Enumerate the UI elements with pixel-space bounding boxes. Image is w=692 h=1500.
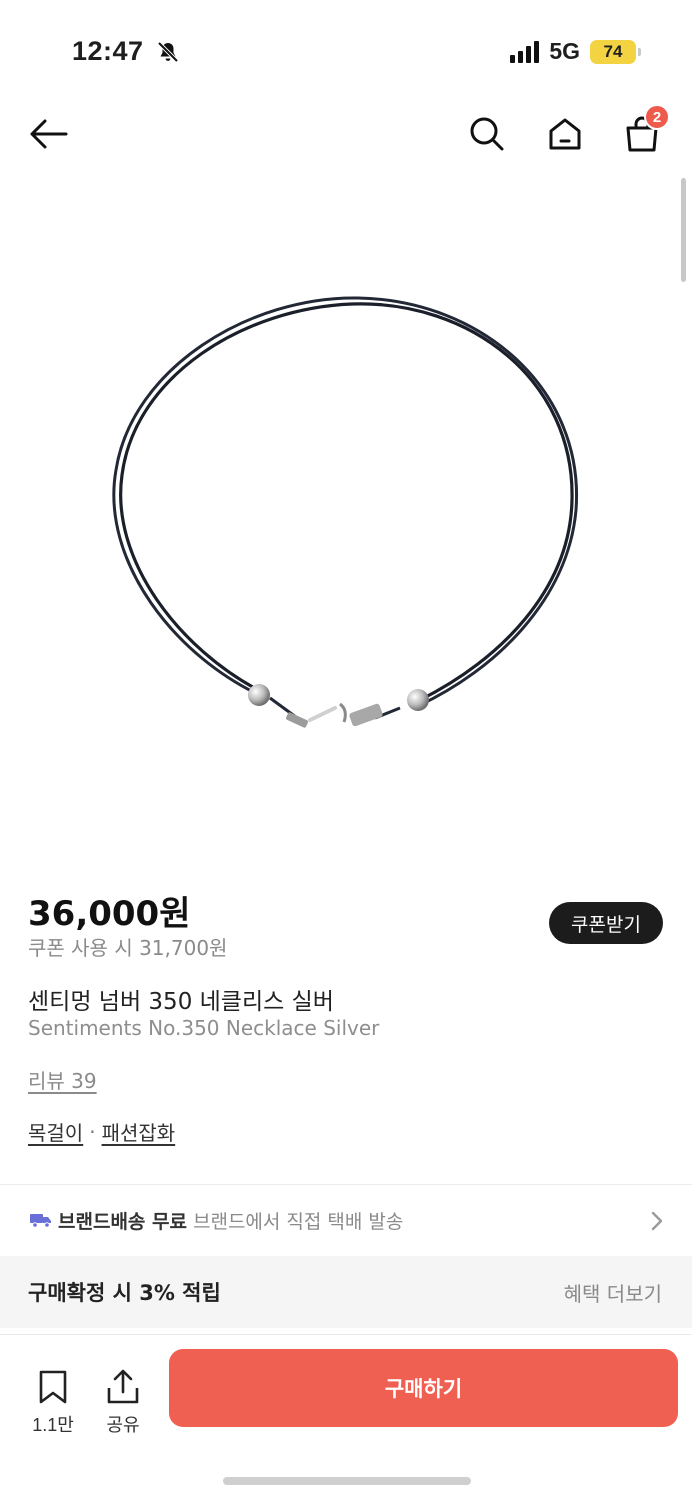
- shipping-label: 브랜드배송 무료: [58, 1210, 187, 1233]
- truck-icon: [30, 1214, 51, 1228]
- product-image[interactable]: [0, 180, 692, 860]
- signal-icon: [510, 40, 540, 63]
- arrow-left-icon: [30, 119, 68, 149]
- chevron-right-icon: [651, 1211, 663, 1231]
- wishlist-count: 1.1만: [32, 1415, 74, 1435]
- cart-button[interactable]: 2: [620, 104, 670, 156]
- shipping-description: 브랜드에서 직접 택배 발송: [192, 1210, 404, 1233]
- share-icon: [107, 1369, 139, 1404]
- search-button[interactable]: [465, 112, 509, 156]
- share-label: 공유: [106, 1415, 140, 1435]
- buy-button[interactable]: 구매하기: [169, 1349, 678, 1427]
- bottom-action-bar: 1.1만 공유 구매하기: [0, 1334, 692, 1500]
- divider: [0, 1184, 692, 1185]
- get-coupon-button[interactable]: 쿠폰받기: [549, 902, 663, 944]
- status-bar: 12:47 5G 74: [0, 0, 692, 100]
- category-breadcrumb: 목걸이 · 패션잡화: [28, 1117, 175, 1146]
- product-price: 36,000원: [28, 894, 191, 934]
- share-button[interactable]: 공유: [98, 1369, 148, 1437]
- search-icon: [470, 117, 504, 151]
- product-title: 센티멍 넘버 350 네클리스 실버: [28, 989, 334, 1015]
- cart-count-badge: 2: [644, 104, 670, 130]
- review-link[interactable]: 리뷰 39: [28, 1065, 97, 1094]
- shipping-info-row[interactable]: 브랜드배송 무료 브랜드에서 직접 택배 발송: [0, 1186, 692, 1254]
- benefit-row: 구매확정 시 3% 적립 혜택 더보기: [0, 1256, 692, 1328]
- back-button[interactable]: [26, 112, 70, 156]
- home-button[interactable]: [543, 112, 587, 156]
- coupon-price: 쿠폰 사용 시 31,700원: [28, 936, 228, 960]
- home-icon: [549, 118, 581, 150]
- wishlist-button[interactable]: 1.1만: [28, 1369, 78, 1437]
- network-label: 5G: [549, 38, 580, 64]
- home-indicator[interactable]: [223, 1477, 471, 1485]
- status-indicators: 5G 74: [510, 38, 641, 65]
- battery-icon: 74: [590, 39, 641, 64]
- necklace-image: [112, 296, 579, 728]
- category-link-necklace[interactable]: 목걸이: [28, 1117, 83, 1146]
- bell-off-icon: [157, 41, 179, 63]
- top-nav: 2: [0, 100, 692, 172]
- benefit-title: 구매확정 시 3% 적립: [28, 1281, 221, 1305]
- bookmark-icon: [39, 1370, 67, 1404]
- battery-level: 74: [603, 41, 623, 61]
- product-title-en: Sentiments No.350 Necklace Silver: [28, 1016, 380, 1040]
- status-time: 12:47: [72, 36, 144, 66]
- category-separator: ·: [89, 1119, 96, 1144]
- category-link-fashion[interactable]: 패션잡화: [102, 1117, 176, 1146]
- benefit-more-link[interactable]: 혜택 더보기: [564, 1278, 662, 1307]
